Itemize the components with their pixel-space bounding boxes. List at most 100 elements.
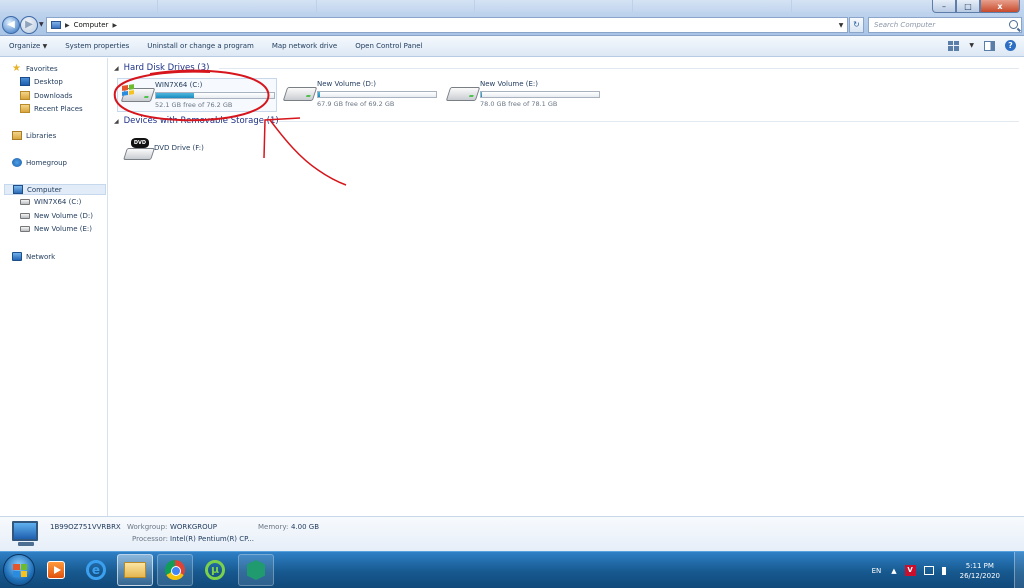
- homegroup-icon: [12, 158, 22, 167]
- sidebar-item-drive-e[interactable]: New Volume (E:): [20, 225, 92, 233]
- computer-name: 1B99OZ751VVRBRX: [50, 523, 121, 531]
- sidebar-item-favorites[interactable]: ★ Favorites: [12, 63, 58, 74]
- sidebar-item-libraries[interactable]: Libraries: [12, 131, 56, 140]
- language-indicator[interactable]: EN: [872, 567, 882, 575]
- window-controls: – □ x: [932, 0, 1020, 13]
- clock[interactable]: 5:11 PM 26/12/2020: [960, 561, 1000, 581]
- recent-pages-dropdown-icon[interactable]: ▼: [39, 21, 44, 28]
- sidebar-item-drive-c[interactable]: WIN7X64 (C:): [20, 198, 81, 206]
- workgroup-value: WORKGROUP: [170, 523, 218, 531]
- taskbar-windows-explorer[interactable]: [117, 554, 153, 586]
- drive-name: New Volume (E:): [480, 80, 538, 88]
- start-button[interactable]: [3, 554, 35, 586]
- windows-logo-icon: [13, 564, 27, 577]
- libraries-icon: [12, 131, 22, 140]
- drive-tile-c[interactable]: WIN7X64 (C:) 52.1 GB free of 76.2 GB: [117, 78, 277, 112]
- drive-name: New Volume (D:): [317, 80, 376, 88]
- search-icon[interactable]: [1009, 20, 1018, 29]
- sidebar-item-drive-d[interactable]: New Volume (D:): [20, 212, 93, 220]
- computer-icon: [13, 185, 23, 194]
- taskbar-chrome[interactable]: [157, 554, 193, 586]
- breadcrumb-computer[interactable]: Computer: [74, 21, 109, 29]
- show-hidden-icons-icon[interactable]: ▲: [891, 567, 896, 575]
- folder-icon: [124, 562, 146, 578]
- help-icon[interactable]: ?: [1005, 40, 1016, 51]
- breadcrumb-arrow-icon[interactable]: ▶: [65, 22, 70, 29]
- organize-menu[interactable]: Organize ▼: [0, 42, 56, 50]
- hard-drive-icon: [445, 87, 481, 101]
- sidebar-item-network[interactable]: Network: [12, 252, 55, 261]
- address-bar[interactable]: ▶ Computer ▶ ▼: [46, 17, 848, 33]
- preview-pane-icon[interactable]: [984, 40, 995, 51]
- media-player-icon: [47, 561, 65, 579]
- drive-icon: [20, 199, 30, 205]
- internet-explorer-icon: e: [86, 560, 106, 580]
- group-divider: [219, 68, 1019, 69]
- drive-free-space: 67.9 GB free of 69.2 GB: [317, 100, 395, 108]
- sidebar-item-downloads[interactable]: Downloads: [20, 91, 72, 100]
- utorrent-icon: µ: [205, 560, 225, 580]
- map-network-drive-button[interactable]: Map network drive: [263, 42, 346, 50]
- group-header-hard-disks[interactable]: ◢ Hard Disk Drives (3): [114, 63, 209, 73]
- breadcrumb-arrow-icon[interactable]: ▶: [112, 22, 117, 29]
- taskbar-utorrent[interactable]: µ: [197, 554, 233, 586]
- collapse-triangle-icon[interactable]: ◢: [114, 65, 119, 72]
- chrome-icon: [165, 560, 185, 580]
- refresh-button[interactable]: ↻: [849, 17, 864, 33]
- search-placeholder: Search Computer: [874, 21, 936, 29]
- downloads-icon: [20, 91, 30, 100]
- antivirus-tray-icon[interactable]: V: [904, 565, 916, 576]
- clock-date: 26/12/2020: [959, 571, 1000, 580]
- navigation-pane: ★ Favorites Desktop Downloads Recent Plac…: [0, 58, 108, 516]
- maximize-button[interactable]: □: [956, 0, 980, 13]
- volume-icon[interactable]: [941, 566, 950, 575]
- dvd-logo: DVD: [131, 138, 149, 148]
- system-properties-button[interactable]: System properties: [56, 42, 138, 50]
- command-bar: Organize ▼ System properties Uninstall o…: [0, 36, 1024, 57]
- drive-tile-e[interactable]: New Volume (E:) 78.0 GB free of 78.1 GB: [443, 78, 603, 112]
- change-view-icon[interactable]: [948, 40, 960, 51]
- show-desktop-button[interactable]: [1014, 552, 1024, 588]
- kaspersky-icon: [247, 560, 265, 580]
- close-button[interactable]: x: [980, 0, 1020, 13]
- taskbar-internet-explorer[interactable]: e: [78, 554, 114, 586]
- drive-usage-bar: [317, 91, 437, 98]
- sidebar-item-desktop[interactable]: Desktop: [20, 77, 63, 86]
- search-input[interactable]: Search Computer: [868, 17, 1022, 33]
- drive-icon: [20, 226, 30, 232]
- clock-time: 5:11 PM: [965, 561, 994, 570]
- forward-button[interactable]: ▶: [20, 16, 38, 34]
- dvd-drive-tile[interactable]: DVD DVD Drive (F:): [117, 130, 277, 164]
- memory-label: Memory:: [258, 523, 289, 531]
- hard-drive-icon: [282, 87, 318, 101]
- minimize-button[interactable]: –: [932, 0, 956, 13]
- dvd-drive-icon: DVD: [123, 138, 155, 160]
- network-icon: [12, 252, 22, 261]
- sidebar-item-homegroup[interactable]: Homegroup: [12, 158, 67, 167]
- view-dropdown-icon[interactable]: ▼: [969, 42, 974, 49]
- collapse-triangle-icon[interactable]: ◢: [114, 118, 119, 125]
- computer-icon: [51, 21, 61, 29]
- sidebar-item-computer[interactable]: Computer: [4, 184, 106, 195]
- group-header-removable[interactable]: ◢ Devices with Removable Storage (1): [114, 116, 279, 126]
- action-center-icon[interactable]: [923, 566, 934, 575]
- open-control-panel-button[interactable]: Open Control Panel: [346, 42, 431, 50]
- drive-free-space: 52.1 GB free of 76.2 GB: [155, 101, 233, 109]
- sidebar-item-recent-places[interactable]: Recent Places: [20, 104, 83, 113]
- taskbar-kaspersky[interactable]: [238, 554, 274, 586]
- address-dropdown-icon[interactable]: ▼: [835, 22, 847, 29]
- desktop-icon: [20, 77, 30, 86]
- processor-value: Intel(R) Pentium(R) CP...: [170, 535, 254, 543]
- group-divider: [279, 121, 1019, 122]
- back-button[interactable]: ◀: [2, 16, 20, 34]
- recent-places-icon: [20, 104, 30, 113]
- background-windows: [0, 0, 950, 12]
- drive-name: WIN7X64 (C:): [155, 81, 203, 89]
- taskbar-media-player[interactable]: [38, 554, 74, 586]
- star-icon: ★: [12, 63, 21, 74]
- drive-tile-d[interactable]: New Volume (D:) 67.9 GB free of 69.2 GB: [280, 78, 440, 112]
- workgroup-label: Workgroup:: [127, 523, 168, 531]
- drive-name: DVD Drive (F:): [154, 144, 204, 152]
- drive-usage-fill: [481, 92, 483, 97]
- uninstall-program-button[interactable]: Uninstall or change a program: [138, 42, 263, 50]
